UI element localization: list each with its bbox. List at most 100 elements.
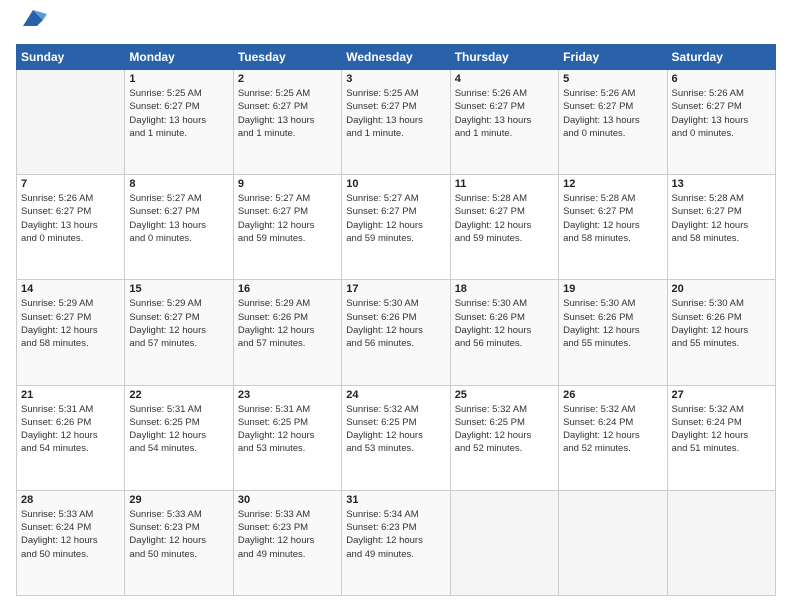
day-number: 15 [129,283,228,295]
calendar-cell: 27 Sunrise: 5:32 AM Sunset: 6:24 PM Dayli… [667,385,775,490]
day-number: 9 [238,178,337,190]
calendar-cell: 2 Sunrise: 5:25 AM Sunset: 6:27 PM Daylig… [233,70,341,175]
day-detail: Sunrise: 5:32 AM Sunset: 6:24 PM Dayligh… [563,403,662,456]
day-number: 1 [129,73,228,85]
day-detail: Sunrise: 5:27 AM Sunset: 6:27 PM Dayligh… [238,192,337,245]
calendar-cell: 12 Sunrise: 5:28 AM Sunset: 6:27 PM Dayli… [559,175,667,280]
day-number: 18 [455,283,554,295]
weekday-header-monday: Monday [125,45,233,70]
day-number: 8 [129,178,228,190]
weekday-header-friday: Friday [559,45,667,70]
day-number: 31 [346,494,445,506]
day-number: 30 [238,494,337,506]
day-detail: Sunrise: 5:33 AM Sunset: 6:24 PM Dayligh… [21,508,120,561]
day-number: 5 [563,73,662,85]
calendar-cell: 29 Sunrise: 5:33 AM Sunset: 6:23 PM Dayli… [125,490,233,595]
calendar-cell: 14Sunrise: 5:29 AM Sunset: 6:27 PM Dayli… [17,280,125,385]
day-number: 14 [21,283,120,295]
weekday-header-sunday: Sunday [17,45,125,70]
day-number: 17 [346,283,445,295]
calendar-cell: 10 Sunrise: 5:27 AM Sunset: 6:27 PM Dayli… [342,175,450,280]
calendar-cell [559,490,667,595]
calendar-cell: 5 Sunrise: 5:26 AM Sunset: 6:27 PM Daylig… [559,70,667,175]
day-detail: Sunrise: 5:34 AM Sunset: 6:23 PM Dayligh… [346,508,445,561]
weekday-header-saturday: Saturday [667,45,775,70]
day-number: 3 [346,73,445,85]
calendar-cell: 26 Sunrise: 5:32 AM Sunset: 6:24 PM Dayli… [559,385,667,490]
day-number: 21 [21,389,120,401]
day-detail: Sunrise: 5:31 AM Sunset: 6:26 PM Dayligh… [21,403,120,456]
calendar-cell: 31 Sunrise: 5:34 AM Sunset: 6:23 PM Dayli… [342,490,450,595]
calendar-cell: 15 Sunrise: 5:29 AM Sunset: 6:27 PM Dayli… [125,280,233,385]
calendar-cell: 28Sunrise: 5:33 AM Sunset: 6:24 PM Dayli… [17,490,125,595]
day-detail: Sunrise: 5:28 AM Sunset: 6:27 PM Dayligh… [563,192,662,245]
calendar-cell: 6 Sunrise: 5:26 AM Sunset: 6:27 PM Daylig… [667,70,775,175]
week-row-2: 7 Sunrise: 5:26 AM Sunset: 6:27 PM Daylig… [17,175,776,280]
day-detail: Sunrise: 5:30 AM Sunset: 6:26 PM Dayligh… [672,297,771,350]
day-detail: Sunrise: 5:31 AM Sunset: 6:25 PM Dayligh… [129,403,228,456]
day-detail: Sunrise: 5:33 AM Sunset: 6:23 PM Dayligh… [238,508,337,561]
weekday-header-row: SundayMondayTuesdayWednesdayThursdayFrid… [17,45,776,70]
day-detail: Sunrise: 5:31 AM Sunset: 6:25 PM Dayligh… [238,403,337,456]
calendar-table: SundayMondayTuesdayWednesdayThursdayFrid… [16,44,776,596]
day-detail: Sunrise: 5:26 AM Sunset: 6:27 PM Dayligh… [672,87,771,140]
day-detail: Sunrise: 5:25 AM Sunset: 6:27 PM Dayligh… [238,87,337,140]
day-detail: Sunrise: 5:33 AM Sunset: 6:23 PM Dayligh… [129,508,228,561]
day-number: 27 [672,389,771,401]
day-number: 4 [455,73,554,85]
logo [16,16,47,34]
calendar-cell: 21 Sunrise: 5:31 AM Sunset: 6:26 PM Dayli… [17,385,125,490]
day-detail: Sunrise: 5:29 AM Sunset: 6:26 PM Dayligh… [238,297,337,350]
day-detail: Sunrise: 5:30 AM Sunset: 6:26 PM Dayligh… [563,297,662,350]
weekday-header-thursday: Thursday [450,45,558,70]
day-number: 23 [238,389,337,401]
day-detail: Sunrise: 5:25 AM Sunset: 6:27 PM Dayligh… [346,87,445,140]
calendar-cell: 16 Sunrise: 5:29 AM Sunset: 6:26 PM Dayli… [233,280,341,385]
day-detail: Sunrise: 5:30 AM Sunset: 6:26 PM Dayligh… [346,297,445,350]
calendar-cell: 17 Sunrise: 5:30 AM Sunset: 6:26 PM Dayli… [342,280,450,385]
page: SundayMondayTuesdayWednesdayThursdayFrid… [0,0,792,612]
logo-icon [19,6,47,34]
day-detail: Sunrise: 5:28 AM Sunset: 6:27 PM Dayligh… [455,192,554,245]
day-number: 26 [563,389,662,401]
week-row-5: 28Sunrise: 5:33 AM Sunset: 6:24 PM Dayli… [17,490,776,595]
calendar-cell: 7 Sunrise: 5:26 AM Sunset: 6:27 PM Daylig… [17,175,125,280]
day-number: 12 [563,178,662,190]
week-row-1: 1 Sunrise: 5:25 AM Sunset: 6:27 PM Daylig… [17,70,776,175]
day-detail: Sunrise: 5:26 AM Sunset: 6:27 PM Dayligh… [563,87,662,140]
day-detail: Sunrise: 5:30 AM Sunset: 6:26 PM Dayligh… [455,297,554,350]
day-detail: Sunrise: 5:26 AM Sunset: 6:27 PM Dayligh… [21,192,120,245]
day-detail: Sunrise: 5:32 AM Sunset: 6:25 PM Dayligh… [455,403,554,456]
weekday-header-tuesday: Tuesday [233,45,341,70]
day-number: 22 [129,389,228,401]
calendar-cell [17,70,125,175]
day-number: 29 [129,494,228,506]
calendar-cell [667,490,775,595]
calendar-cell: 23 Sunrise: 5:31 AM Sunset: 6:25 PM Dayli… [233,385,341,490]
calendar-cell: 8Sunrise: 5:27 AM Sunset: 6:27 PM Daylig… [125,175,233,280]
calendar-cell: 24 Sunrise: 5:32 AM Sunset: 6:25 PM Dayli… [342,385,450,490]
calendar-cell: 22 Sunrise: 5:31 AM Sunset: 6:25 PM Dayli… [125,385,233,490]
day-number: 24 [346,389,445,401]
day-number: 10 [346,178,445,190]
day-detail: Sunrise: 5:29 AM Sunset: 6:27 PM Dayligh… [129,297,228,350]
day-detail: Sunrise: 5:25 AM Sunset: 6:27 PM Dayligh… [129,87,228,140]
day-number: 2 [238,73,337,85]
day-number: 16 [238,283,337,295]
calendar-cell: 25 Sunrise: 5:32 AM Sunset: 6:25 PM Dayli… [450,385,558,490]
week-row-3: 14 Sunrise: 5:29 AM Sunset: 6:27 PM Dayli… [17,280,776,385]
day-number: 7 [21,178,120,190]
day-number: 25 [455,389,554,401]
calendar-cell: 11Sunrise: 5:28 AM Sunset: 6:27 PM Dayli… [450,175,558,280]
day-number: 6 [672,73,771,85]
day-detail: Sunrise: 5:32 AM Sunset: 6:24 PM Dayligh… [672,403,771,456]
day-detail: Sunrise: 5:27 AM Sunset: 6:27 PM Dayligh… [346,192,445,245]
calendar-cell: 4Sunrise: 5:26 AM Sunset: 6:27 PM Daylig… [450,70,558,175]
header [16,16,776,34]
day-number: 20 [672,283,771,295]
calendar-cell: 13Sunrise: 5:28 AM Sunset: 6:27 PM Dayli… [667,175,775,280]
day-number: 19 [563,283,662,295]
day-number: 13 [672,178,771,190]
calendar-cell: 30 Sunrise: 5:33 AM Sunset: 6:23 PM Dayli… [233,490,341,595]
day-detail: Sunrise: 5:32 AM Sunset: 6:25 PM Dayligh… [346,403,445,456]
